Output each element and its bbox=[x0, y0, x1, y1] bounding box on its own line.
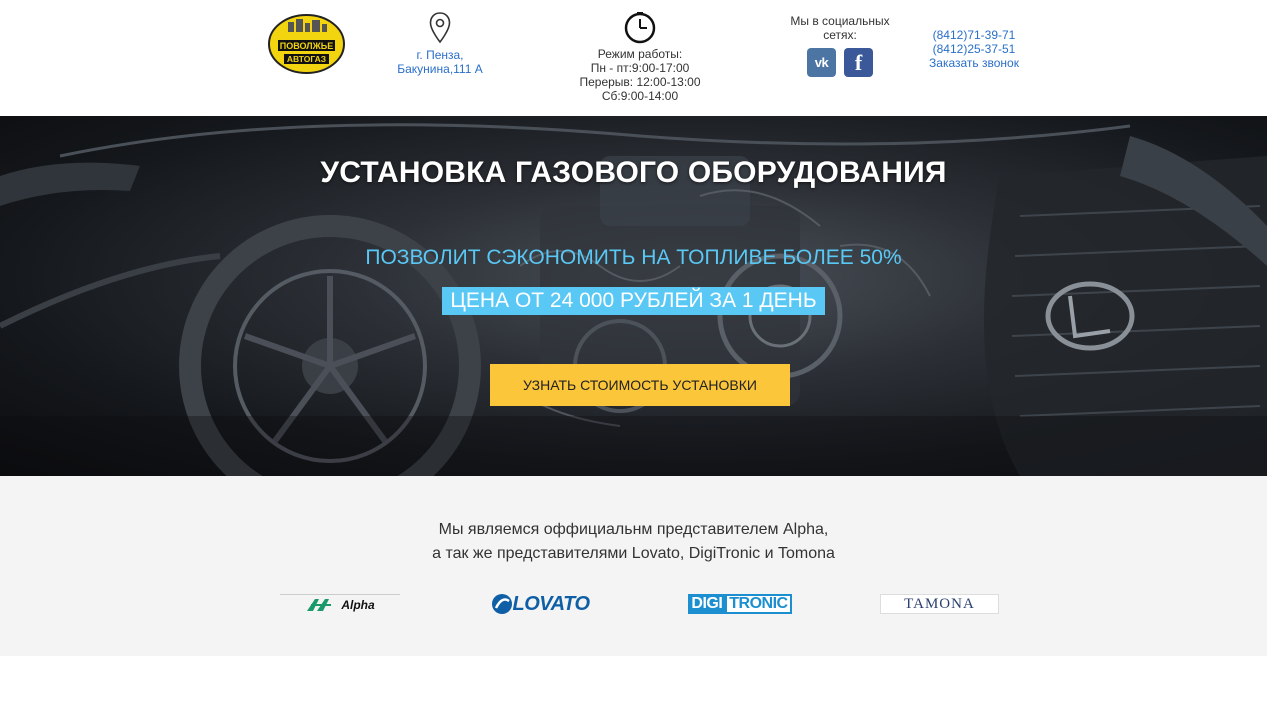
address-line2: Бакунина,111 А bbox=[397, 62, 483, 76]
facebook-icon[interactable]: f bbox=[844, 48, 873, 77]
alpha-logo[interactable]: Alpha bbox=[280, 594, 400, 614]
clock-icon bbox=[624, 12, 656, 44]
get-price-button[interactable]: УЗНАТЬ СТОИМОСТЬ УСТАНОВКИ bbox=[490, 364, 790, 406]
digitronic-logo-part1: DIGI bbox=[688, 594, 726, 614]
tamona-logo-text: TAMONA bbox=[904, 595, 975, 612]
address-block: г. Пенза, Бакунина,111 А bbox=[380, 12, 500, 76]
phone-1-link[interactable]: (8412)71-39-71 bbox=[918, 28, 1030, 42]
hours-weekdays: Пн - пт:9:00-17:00 bbox=[590, 61, 690, 75]
lovato-logo[interactable]: LOVATO bbox=[480, 593, 600, 615]
vk-icon[interactable]: vk bbox=[807, 48, 836, 77]
digitronic-logo[interactable]: DIGI TRONIC bbox=[680, 593, 800, 615]
phone-2-link[interactable]: (8412)25-37-51 bbox=[918, 42, 1030, 56]
company-logo[interactable]: ПОВОЛЖЬЕ АВТОГАЗ bbox=[268, 14, 345, 74]
hero-subtitle: ПОЗВОЛИТ СЭКОНОМИТЬ НА ТОПЛИВЕ БОЛЕЕ 50% bbox=[365, 246, 902, 269]
hero-price-badge: ЦЕНА ОТ 24 000 РУБЛЕЙ ЗА 1 ДЕНЬ bbox=[442, 287, 825, 315]
social-block: Мы в социальных сетях: vk f bbox=[782, 14, 898, 77]
logo-line2: АВТОГАЗ bbox=[287, 54, 326, 64]
callback-link[interactable]: Заказать звонок bbox=[918, 56, 1030, 70]
hours-title: Режим работы: bbox=[597, 47, 683, 61]
digitronic-logo-part2: TRONIC bbox=[725, 594, 792, 614]
alpha-mark-icon bbox=[307, 598, 332, 611]
lovato-logo-text: LOVATO bbox=[512, 592, 591, 615]
working-hours-block: Режим работы: Пн - пт:9:00-17:00 Перерыв… bbox=[570, 12, 710, 103]
hours-break: Перерыв: 12:00-13:00 bbox=[579, 75, 701, 89]
hero-title: УСТАНОВКА ГАЗОВОГО ОБОРУДОВАНИЯ bbox=[320, 156, 947, 189]
partners-section: Мы являемся оффициальнм представителем A… bbox=[0, 476, 1267, 656]
hours-saturday: Сб:9:00-14:00 bbox=[601, 89, 679, 103]
lovato-mark-icon bbox=[491, 594, 512, 614]
tamona-logo[interactable]: TAMONA bbox=[880, 594, 999, 614]
hero-banner: УСТАНОВКА ГАЗОВОГО ОБОРУДОВАНИЯ ПОЗВОЛИТ… bbox=[0, 116, 1267, 476]
partners-text-line2: а так же представителями Lovato, DigiTro… bbox=[432, 545, 835, 562]
social-title-line2: сетях: bbox=[823, 28, 857, 42]
logo-line1: ПОВОЛЖЬЕ bbox=[280, 41, 333, 51]
contacts-block: (8412)71-39-71 (8412)25-37-51 Заказать з… bbox=[918, 28, 1030, 70]
map-pin-icon bbox=[429, 12, 451, 44]
alpha-logo-text: Alpha bbox=[341, 597, 375, 612]
address-line1: г. Пенза, bbox=[416, 48, 464, 62]
social-title-line1: Мы в социальных bbox=[790, 14, 890, 28]
partners-text-line1: Мы являемся оффициальнм представителем A… bbox=[438, 521, 829, 538]
site-header: ПОВОЛЖЬЕ АВТОГАЗ г. Пенза, Бакунина,111 … bbox=[0, 0, 1267, 116]
